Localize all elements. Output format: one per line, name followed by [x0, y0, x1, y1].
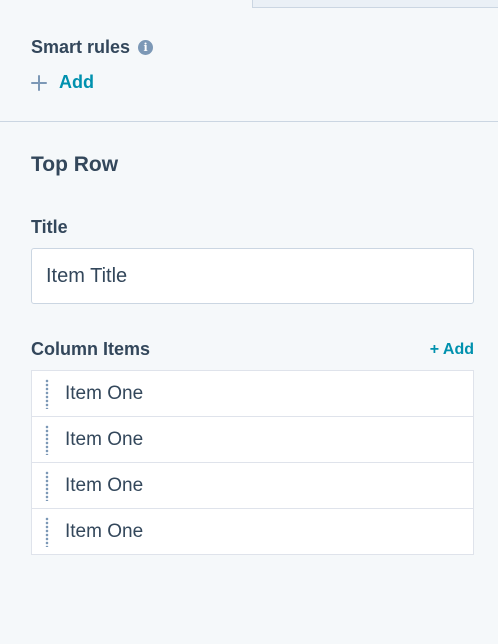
smart-rules-heading: Smart rules i	[31, 36, 474, 58]
title-input[interactable]	[31, 248, 474, 304]
list-item[interactable]: Item One	[32, 463, 473, 509]
column-items-label: Column Items	[31, 339, 151, 359]
smart-rules-title: Smart rules	[31, 36, 131, 57]
smart-rules-section: Smart rules i Add	[31, 36, 474, 96]
add-smart-rule-button[interactable]: Add	[31, 72, 94, 93]
list-item-label: Item One	[65, 474, 144, 496]
drag-handle-icon[interactable]	[45, 424, 49, 455]
column-items-header: Column Items + Add	[31, 339, 474, 360]
top-tab-strip	[252, 0, 498, 8]
add-smart-rule-label: Add	[59, 72, 94, 92]
plus-icon	[31, 74, 47, 91]
section-title: Top Row	[31, 153, 119, 176]
drag-handle-icon[interactable]	[45, 516, 49, 547]
list-item[interactable]: Item One	[32, 371, 473, 417]
drag-handle-icon[interactable]	[45, 378, 49, 409]
list-item[interactable]: Item One	[32, 417, 473, 463]
list-item-label: Item One	[65, 520, 144, 542]
title-field-label: Title	[31, 217, 68, 237]
list-item[interactable]: Item One	[32, 509, 473, 554]
info-icon[interactable]: i	[138, 39, 154, 55]
list-item-label: Item One	[65, 428, 144, 450]
section-divider	[0, 121, 498, 122]
drag-handle-icon[interactable]	[45, 470, 49, 501]
column-items-list: Item One Item One Item One Item One	[31, 370, 474, 555]
list-item-label: Item One	[65, 382, 144, 404]
add-column-item-button[interactable]: + Add	[430, 341, 474, 359]
